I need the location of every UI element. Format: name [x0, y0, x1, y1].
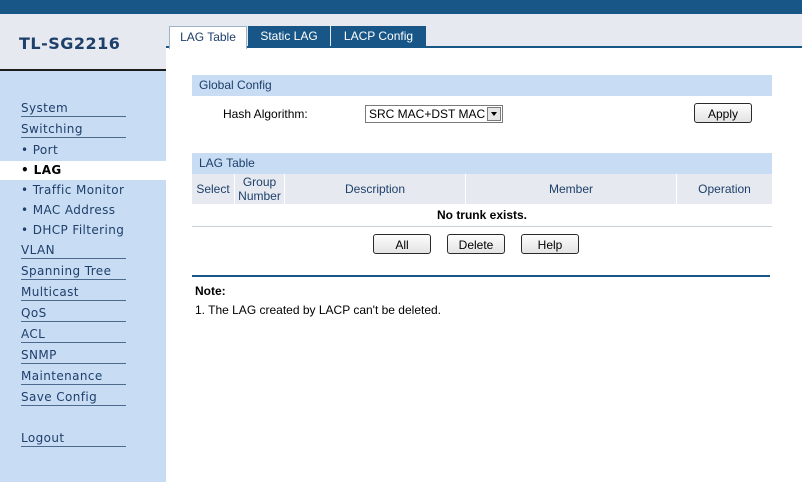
hash-algorithm-value: SRC MAC+DST MAC	[369, 107, 486, 121]
column-group-number: Group Number	[234, 174, 284, 204]
help-button[interactable]: Help	[521, 234, 579, 254]
apply-button[interactable]: Apply	[694, 103, 752, 123]
sidebar-item-port[interactable]: Port	[21, 143, 58, 157]
sidebar-item-dhcp-filtering[interactable]: DHCP Filtering	[21, 223, 124, 237]
section-title: LAG Table	[199, 156, 255, 170]
sidebar-item-traffic-monitor[interactable]: Traffic Monitor	[21, 183, 124, 197]
tab-lag-table[interactable]: LAG Table	[169, 26, 247, 49]
sidebar-item-snmp[interactable]: SNMP	[21, 348, 126, 364]
chevron-down-icon[interactable]	[487, 107, 501, 121]
model-header: TL-SG2216	[0, 14, 166, 71]
column-label: Group	[242, 175, 277, 189]
sidebar-item-vlan[interactable]: VLAN	[21, 243, 126, 259]
sidebar-item-label: LAG	[33, 163, 62, 177]
sidebar-item-acl[interactable]: ACL	[21, 327, 126, 343]
hash-algorithm-label: Hash Algorithm:	[223, 107, 308, 121]
column-operation: Operation	[676, 174, 772, 204]
column-select: Select	[196, 182, 230, 196]
sidebar-item-logout[interactable]: Logout	[21, 431, 126, 447]
sidebar-item-qos[interactable]: QoS	[21, 306, 126, 322]
sidebar-item-maintenance[interactable]: Maintenance	[21, 369, 126, 385]
sidebar-item-label: Port	[32, 143, 59, 157]
lag-table-columns: Select Group Number Description Member O…	[192, 174, 772, 204]
brand-logo-fragment	[18, 0, 148, 8]
all-button[interactable]: All	[373, 234, 431, 254]
empty-table-message: No trunk exists.	[192, 204, 772, 227]
note-divider	[192, 275, 770, 277]
tab-static-lag[interactable]: Static LAG	[248, 26, 330, 47]
sidebar-item-switching[interactable]: Switching	[21, 122, 126, 138]
note-title: Note:	[195, 284, 226, 298]
top-banner	[0, 0, 802, 14]
model-name: TL-SG2216	[19, 34, 121, 53]
delete-button[interactable]: Delete	[447, 234, 505, 254]
column-member: Member	[465, 174, 676, 204]
sidebar-item-spanning-tree[interactable]: Spanning Tree	[21, 264, 126, 280]
sidebar-item-multicast[interactable]: Multicast	[21, 285, 126, 301]
sidebar-item-label: MAC Address	[32, 203, 116, 217]
tab-lacp-config[interactable]: LACP Config	[331, 26, 426, 47]
lag-table-header: LAG Table	[192, 153, 772, 174]
sidebar-item-system[interactable]: System	[21, 101, 126, 117]
sidebar-item-save-config[interactable]: Save Config	[21, 390, 126, 406]
hash-algorithm-select[interactable]: SRC MAC+DST MAC	[365, 105, 503, 123]
sidebar-item-label: Traffic Monitor	[32, 183, 125, 197]
sidebar-item-label: DHCP Filtering	[32, 223, 125, 237]
sidebar-item-mac-address[interactable]: MAC Address	[21, 203, 115, 217]
sidebar-item-lag[interactable]: LAG	[21, 163, 62, 177]
note-item: 1. The LAG created by LACP can't be dele…	[195, 303, 442, 317]
section-title: Global Config	[199, 78, 272, 92]
global-config-header: Global Config	[192, 75, 772, 96]
column-description: Description	[284, 174, 465, 204]
column-label: Number	[238, 189, 281, 203]
